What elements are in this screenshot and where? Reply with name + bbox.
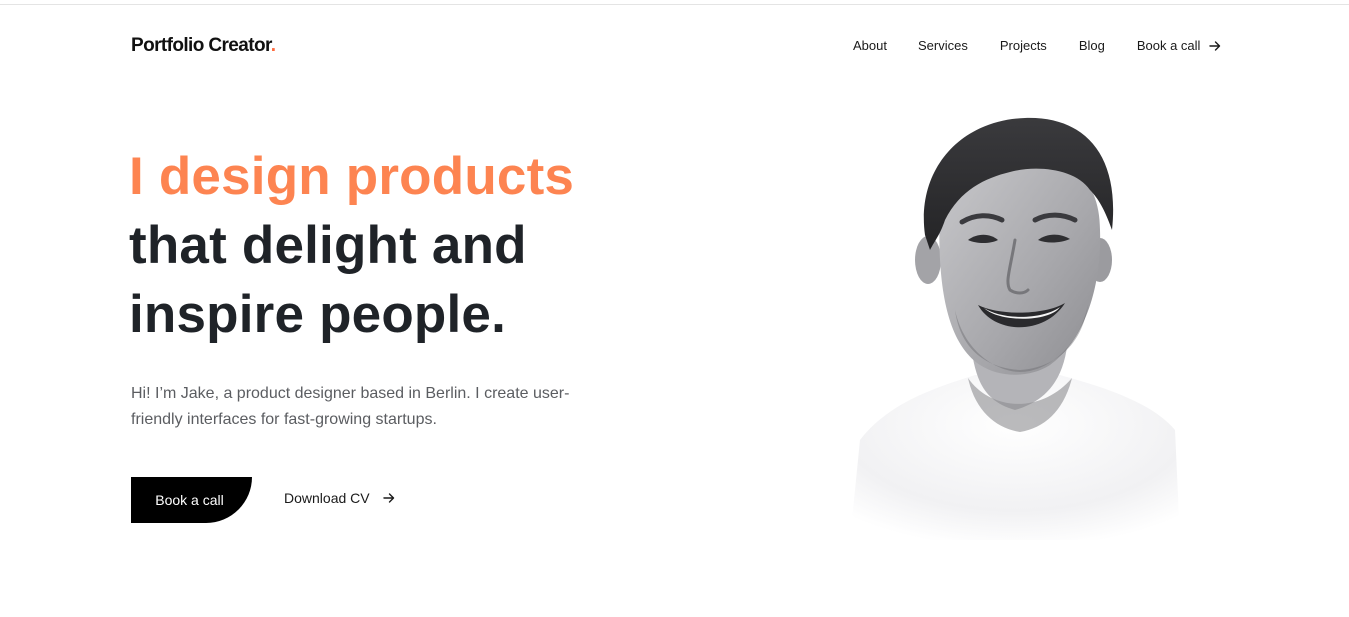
nav-link-services[interactable]: Services <box>918 38 968 53</box>
arrow-right-icon <box>1209 40 1221 51</box>
site-logo[interactable]: Portfolio Creator. <box>131 35 276 57</box>
nav-book-call-label: Book a call <box>1136 38 1201 53</box>
hero-heading: I design products that delight and inspi… <box>129 142 574 349</box>
hero-heading-accent-line: I design products <box>129 147 575 206</box>
logo-dot: . <box>270 35 276 56</box>
nav-link-blog[interactable]: Blog <box>1079 38 1105 53</box>
logo-text: Portfolio Creator <box>131 35 271 56</box>
hero-heading-line-2: that delight and <box>129 216 527 275</box>
nav-link-about[interactable]: About <box>853 38 887 53</box>
nav-link-book-call[interactable]: Book a call <box>1137 38 1222 53</box>
book-call-button[interactable]: Book a call <box>131 477 252 523</box>
main-nav: About Services Projects Blog Book a call <box>853 38 1221 53</box>
person-portrait-image <box>850 117 1180 540</box>
hero-intro-text: Hi! I’m Jake, a product designer based i… <box>131 385 570 428</box>
download-cv-label: Download CV <box>284 490 370 506</box>
hero-heading-line-3: inspire people. <box>129 285 507 344</box>
top-divider <box>0 4 1349 5</box>
download-cv-button[interactable]: Download CV <box>284 490 395 506</box>
arrow-right-icon <box>382 493 394 503</box>
nav-link-projects[interactable]: Projects <box>1000 38 1047 53</box>
